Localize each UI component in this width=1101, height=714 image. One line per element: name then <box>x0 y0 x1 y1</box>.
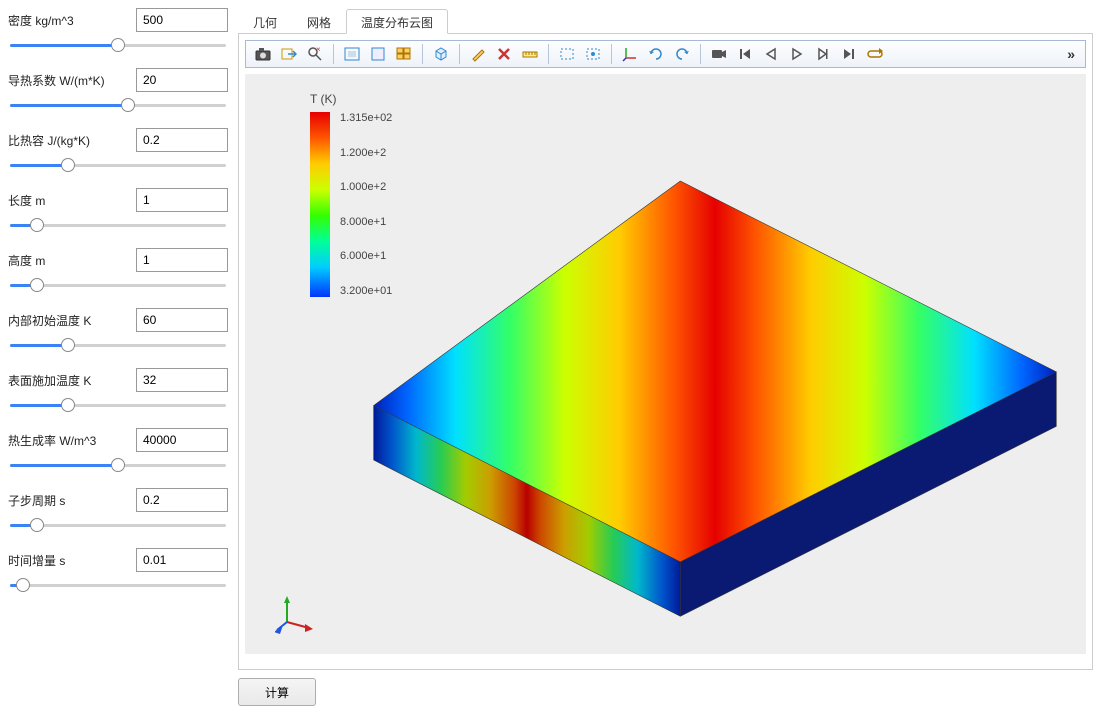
param-label: 表面施加温度 K <box>8 372 91 389</box>
select-all-icon[interactable] <box>582 43 604 65</box>
param-input[interactable] <box>136 68 228 92</box>
param-label: 高度 m <box>8 252 45 269</box>
param-input[interactable] <box>136 248 228 272</box>
select-region-icon[interactable] <box>556 43 578 65</box>
param-slider[interactable] <box>10 464 226 467</box>
param-input[interactable] <box>136 308 228 332</box>
tab-bar: 几何网格温度分布云图 <box>238 8 1093 34</box>
toolbar-separator <box>548 44 549 64</box>
play-icon[interactable] <box>786 43 808 65</box>
param-group-9: 时间增量 s <box>8 548 228 594</box>
visualization-panel: 几何网格温度分布云图 ×» T (K) 1.315e+021.200e+21.0… <box>238 8 1093 706</box>
param-slider[interactable] <box>10 404 226 407</box>
toolbar-separator <box>422 44 423 64</box>
skip-start-icon[interactable] <box>734 43 756 65</box>
tab-2[interactable]: 温度分布云图 <box>346 9 448 34</box>
param-group-5: 内部初始温度 K <box>8 308 228 354</box>
skip-end-icon[interactable] <box>838 43 860 65</box>
param-label: 时间增量 s <box>8 552 65 569</box>
param-group-6: 表面施加温度 K <box>8 368 228 414</box>
axes-triad-icon <box>275 594 315 634</box>
viz-toolbar: ×» <box>245 40 1086 68</box>
camera-icon[interactable] <box>252 43 274 65</box>
fit-view-icon[interactable] <box>341 43 363 65</box>
toolbar-separator <box>333 44 334 64</box>
axes-icon[interactable] <box>619 43 641 65</box>
delete-x-icon[interactable] <box>493 43 515 65</box>
param-label: 长度 m <box>8 192 45 209</box>
step-forward-icon[interactable] <box>812 43 834 65</box>
viz-container: ×» T (K) 1.315e+021.200e+21.000e+28.000e… <box>238 34 1093 670</box>
tab-0[interactable]: 几何 <box>238 9 292 34</box>
param-input[interactable] <box>136 368 228 392</box>
loop-icon[interactable] <box>864 43 886 65</box>
zoom-reset-icon[interactable]: × <box>304 43 326 65</box>
param-input[interactable] <box>136 488 228 512</box>
toolbar-separator <box>459 44 460 64</box>
toolbar-separator <box>611 44 612 64</box>
ruler-icon[interactable] <box>519 43 541 65</box>
param-label: 热生成率 W/m^3 <box>8 432 96 449</box>
parameter-panel: 密度 kg/m^3 导热系数 W/(m*K) 比热容 J/(kg*K) 长度 m 高度 … <box>8 8 228 706</box>
render-viewport[interactable]: T (K) 1.315e+021.200e+21.000e+28.000e+16… <box>245 74 1086 654</box>
param-group-3: 长度 m <box>8 188 228 234</box>
param-label: 密度 kg/m^3 <box>8 12 74 29</box>
svg-text:×: × <box>316 46 321 54</box>
param-slider[interactable] <box>10 44 226 47</box>
param-label: 比热容 J/(kg*K) <box>8 132 90 149</box>
param-slider[interactable] <box>10 284 226 287</box>
param-slider[interactable] <box>10 344 226 347</box>
param-slider[interactable] <box>10 224 226 227</box>
param-slider[interactable] <box>10 584 226 587</box>
record-icon[interactable] <box>708 43 730 65</box>
param-input[interactable] <box>136 188 228 212</box>
model-render <box>245 74 1086 654</box>
calculate-button[interactable]: 计算 <box>238 678 316 706</box>
param-input[interactable] <box>136 548 228 572</box>
param-slider[interactable] <box>10 104 226 107</box>
param-group-7: 热生成率 W/m^3 <box>8 428 228 474</box>
param-label: 子步周期 s <box>8 492 65 509</box>
param-input[interactable] <box>136 8 228 32</box>
param-input[interactable] <box>136 428 228 452</box>
param-group-8: 子步周期 s <box>8 488 228 534</box>
param-slider[interactable] <box>10 164 226 167</box>
rotate-ccw-icon[interactable] <box>671 43 693 65</box>
box-icon[interactable] <box>367 43 389 65</box>
rotate-cw-icon[interactable] <box>645 43 667 65</box>
brush-icon[interactable] <box>467 43 489 65</box>
param-label: 内部初始温度 K <box>8 312 91 329</box>
tab-1[interactable]: 网格 <box>292 9 346 34</box>
volume-icon[interactable] <box>430 43 452 65</box>
param-label: 导热系数 W/(m*K) <box>8 72 105 89</box>
toolbar-separator <box>700 44 701 64</box>
param-group-0: 密度 kg/m^3 <box>8 8 228 54</box>
step-back-icon[interactable] <box>760 43 782 65</box>
multi-view-icon[interactable] <box>393 43 415 65</box>
export-icon[interactable] <box>278 43 300 65</box>
toolbar-more[interactable]: » <box>1063 46 1079 62</box>
param-group-2: 比热容 J/(kg*K) <box>8 128 228 174</box>
param-group-4: 高度 m <box>8 248 228 294</box>
param-slider[interactable] <box>10 524 226 527</box>
param-group-1: 导热系数 W/(m*K) <box>8 68 228 114</box>
param-input[interactable] <box>136 128 228 152</box>
